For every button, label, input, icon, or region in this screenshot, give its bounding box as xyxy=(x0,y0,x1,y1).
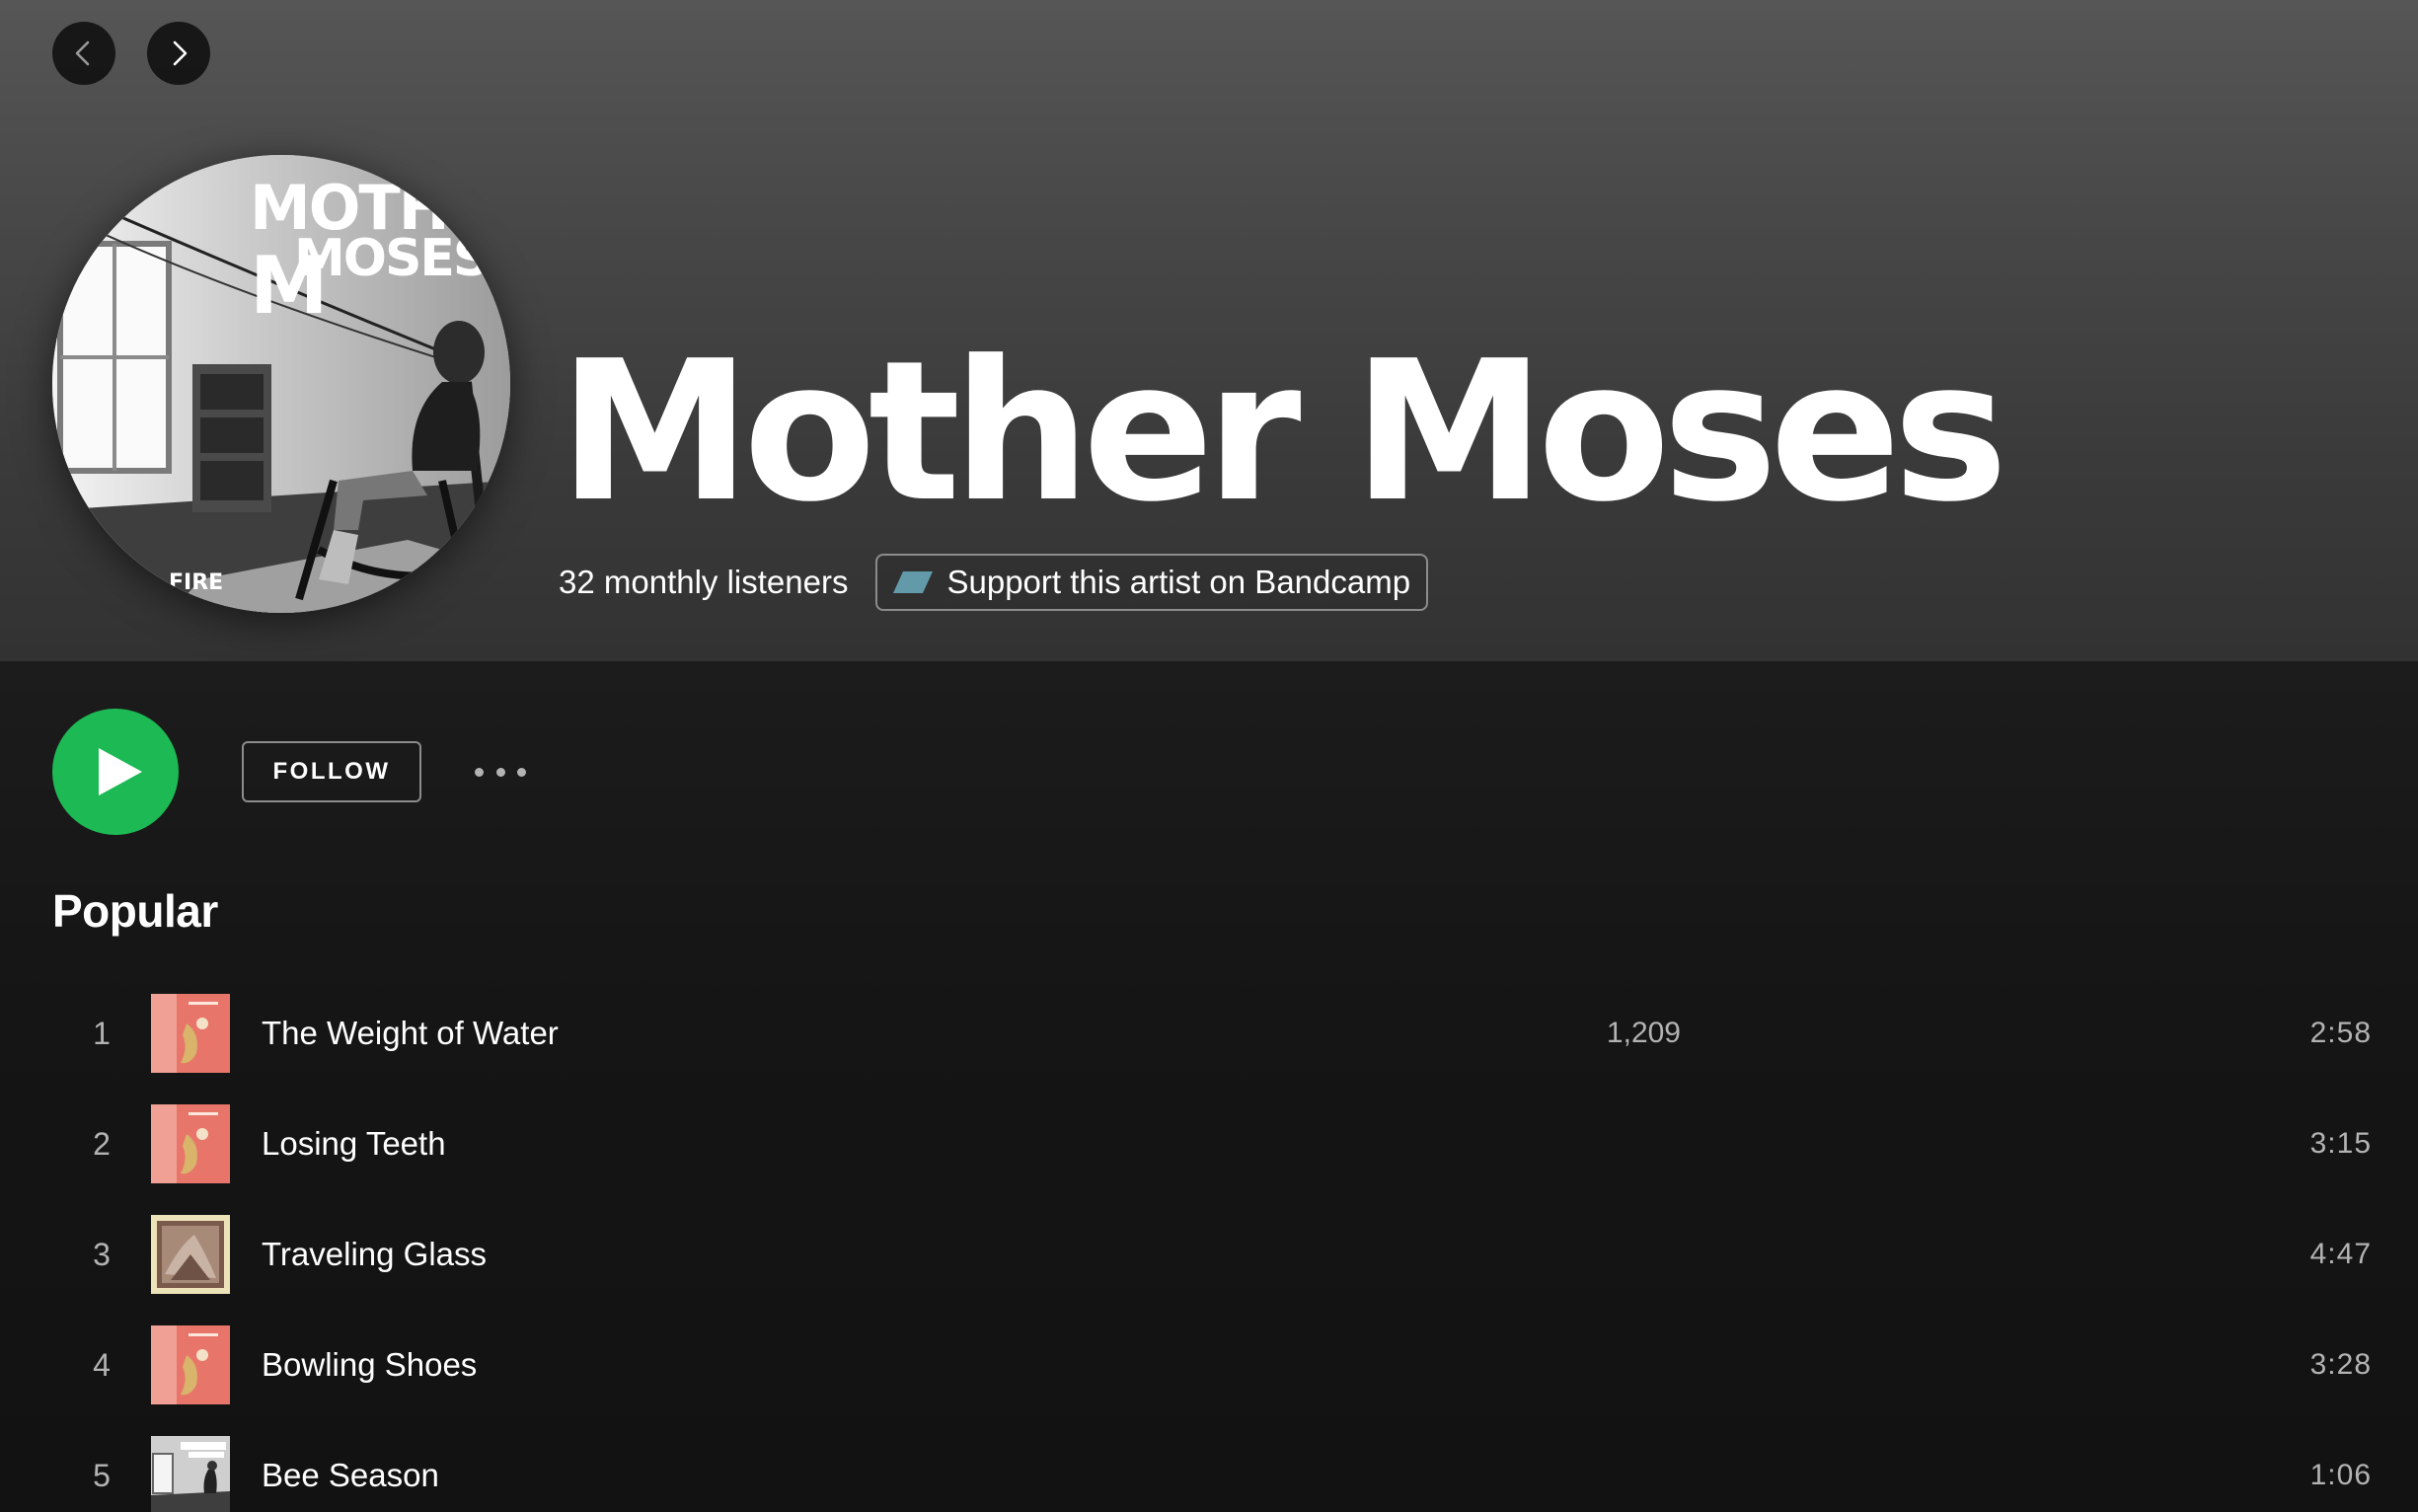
track-title: Bee Season xyxy=(262,1457,439,1493)
track-duration: 3:28 xyxy=(2309,1348,2372,1381)
artist-image: MOTHER MOSES M FIRE xyxy=(52,155,510,613)
track-row[interactable]: 1 The Weight of Water 1,209 2:58 xyxy=(52,987,2372,1097)
track-play-count: 1,209 xyxy=(1606,1017,1681,1049)
track-duration: 3:15 xyxy=(2309,1127,2372,1160)
track-row[interactable]: 2 Losing Teeth 3:15 xyxy=(52,1097,2372,1208)
track-number: 3 xyxy=(93,1236,111,1272)
track-number: 5 xyxy=(93,1457,111,1493)
more-icon xyxy=(475,767,484,777)
chevron-left-icon xyxy=(75,40,90,66)
track-play-count xyxy=(1483,1319,1681,1411)
monthly-listeners: 32 monthly listeners xyxy=(559,564,849,600)
track-album-art xyxy=(151,1104,230,1183)
popular-heading: Popular xyxy=(52,885,218,937)
play-button[interactable] xyxy=(52,709,179,835)
follow-button[interactable]: FOLLOW xyxy=(242,741,421,802)
track-play-count xyxy=(1483,1208,1681,1301)
bandcamp-icon xyxy=(893,571,934,593)
back-button[interactable] xyxy=(52,22,115,85)
track-play-count xyxy=(1483,1429,1681,1512)
track-duration: 2:58 xyxy=(2309,1017,2372,1049)
track-title: The Weight of Water xyxy=(262,1015,559,1051)
track-row[interactable]: 5 Bee Season 1:06 xyxy=(52,1429,2372,1512)
track-title: Traveling Glass xyxy=(262,1236,488,1272)
track-album-art xyxy=(151,994,230,1073)
track-number: 4 xyxy=(93,1346,111,1383)
svg-text:M: M xyxy=(250,240,329,332)
track-album-art xyxy=(151,1215,230,1294)
more-icon-dot xyxy=(517,767,526,777)
bandcamp-support-button[interactable]: Support this artist on Bandcamp xyxy=(875,554,1429,611)
artist-header: MOTHER MOSES M FIRE Mother Moses 32 mont… xyxy=(0,0,2418,661)
popular-track-list: 1 The Weight of Water 1,209 2:58 2 Losin… xyxy=(52,987,2372,1512)
artist-name: Mother Moses xyxy=(559,320,2008,545)
track-play-count xyxy=(1483,1097,1681,1190)
forward-button[interactable] xyxy=(147,22,210,85)
track-row[interactable]: 4 Bowling Shoes 3:28 xyxy=(52,1319,2372,1429)
svg-text:FIRE: FIRE xyxy=(169,570,223,595)
track-row[interactable]: 3 Traveling Glass 4:47 xyxy=(52,1208,2372,1319)
track-album-art xyxy=(151,1325,230,1404)
play-icon xyxy=(99,748,142,795)
bandcamp-support-label: Support this artist on Bandcamp xyxy=(946,564,1411,600)
track-title: Bowling Shoes xyxy=(262,1346,478,1383)
track-album-art xyxy=(151,1436,230,1512)
more-options-button[interactable] xyxy=(466,750,535,794)
track-duration: 1:06 xyxy=(2309,1459,2372,1491)
track-number: 2 xyxy=(93,1125,111,1162)
artist-meta: 32 monthly listeners Support this artist… xyxy=(559,554,1429,611)
track-title: Losing Teeth xyxy=(262,1125,446,1162)
track-number: 1 xyxy=(93,1015,111,1051)
track-duration: 4:47 xyxy=(2309,1238,2372,1270)
more-icon-dot xyxy=(495,767,505,777)
artist-page: MOTHER MOSES M FIRE Mother Moses 32 mont… xyxy=(0,0,2418,1512)
chevron-right-icon xyxy=(173,40,188,66)
